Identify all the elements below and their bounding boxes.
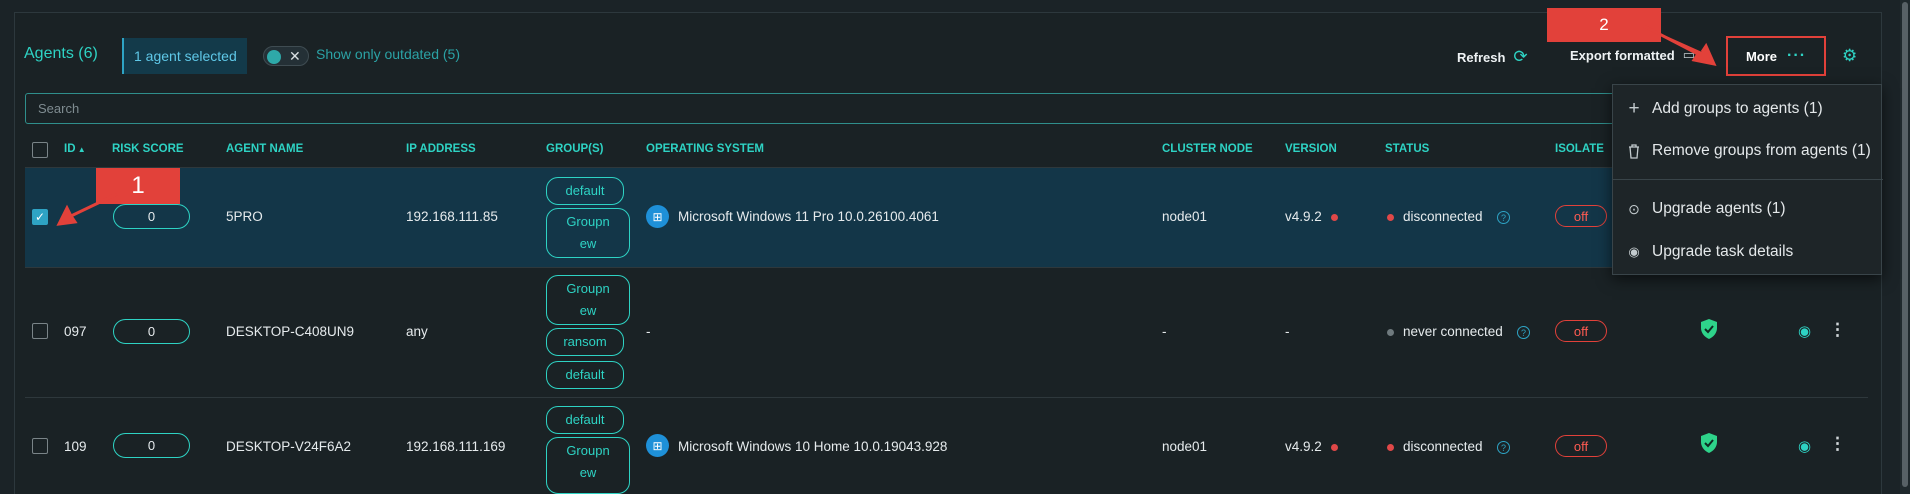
group-tag[interactable]: default: [546, 406, 624, 434]
page-scrollbar[interactable]: [1900, 0, 1910, 494]
outdated-toggle[interactable]: ✕: [263, 46, 309, 66]
outdated-dot-icon: [1331, 444, 1338, 451]
group-tag[interactable]: default: [546, 177, 624, 205]
isolate-toggle[interactable]: off: [1555, 435, 1607, 457]
toggle-knob: [267, 50, 281, 64]
eye-icon[interactable]: ◉: [1798, 437, 1811, 455]
shield-check-icon: [1701, 433, 1717, 453]
scrollbar-thumb[interactable]: [1902, 2, 1908, 487]
page-title: Agents (6): [24, 45, 98, 62]
agent-id: 097: [64, 324, 87, 339]
ip-address: any: [406, 324, 428, 339]
isolate-toggle[interactable]: off: [1555, 205, 1607, 227]
more-button[interactable]: More ···: [1726, 36, 1826, 76]
more-dots-icon: ···: [1787, 47, 1807, 64]
column-header-id[interactable]: ID ▲: [64, 143, 86, 155]
column-header-cluster-node[interactable]: CLUSTER NODE: [1162, 143, 1253, 155]
windows-logo-icon: ⊞: [646, 434, 669, 457]
group-tag[interactable]: Groupn ew: [546, 437, 630, 494]
menu-item-upgrade-agents[interactable]: ⊙ Upgrade agents (1): [1613, 191, 1883, 227]
menu-item-upgrade-task-details[interactable]: ◉ Upgrade task details: [1613, 234, 1883, 270]
kebab-menu-icon[interactable]: ⋮: [1829, 434, 1846, 454]
ip-address: 192.168.111.85: [406, 209, 498, 224]
column-header-isolate[interactable]: ISOLATE: [1555, 143, 1604, 155]
column-header-operating-system[interactable]: OPERATING SYSTEM: [646, 143, 764, 155]
group-tag[interactable]: default: [546, 361, 624, 389]
row-checkbox[interactable]: [32, 323, 48, 339]
cluster-node: node01: [1162, 439, 1208, 454]
kebab-menu-icon[interactable]: ⋮: [1829, 320, 1846, 340]
menu-divider: [1613, 179, 1883, 180]
shield-check-icon: [1701, 319, 1717, 339]
status-text: disconnected: [1403, 209, 1483, 224]
status-dot-icon: [1387, 444, 1394, 451]
menu-item-label: Add groups to agents (1): [1652, 100, 1823, 117]
eye-icon: ◉: [1628, 244, 1640, 259]
more-label: More: [1745, 48, 1778, 64]
agent-version: -: [1285, 324, 1290, 339]
group-tag[interactable]: ransom: [546, 328, 624, 356]
menu-item-label: Remove groups from agents (1): [1652, 142, 1871, 159]
column-header-risk-score[interactable]: RISK SCORE: [112, 143, 184, 155]
refresh-label: Refresh: [1457, 49, 1506, 65]
operating-system: Microsoft Windows 10 Home 10.0.19043.928: [678, 439, 948, 454]
status-dot-icon: [1387, 214, 1394, 221]
column-header-ip-address[interactable]: IP ADDRESS: [406, 143, 476, 155]
plus-icon: +: [1628, 98, 1640, 119]
status-text: disconnected: [1403, 439, 1483, 454]
cluster-node: node01: [1162, 209, 1208, 224]
menu-item-add-groups[interactable]: + Add groups to agents (1): [1613, 91, 1883, 127]
selection-count-badge: 1 agent selected: [122, 38, 247, 74]
ip-address: 192.168.111.169: [406, 439, 506, 454]
group-tag[interactable]: Groupn ew: [546, 275, 630, 325]
operating-system: -: [646, 324, 651, 339]
column-header-groups[interactable]: GROUP(S): [546, 143, 604, 155]
row-checkbox[interactable]: [32, 438, 48, 454]
row-checkbox-checked[interactable]: ✓: [32, 209, 48, 225]
upgrade-icon: ⊙: [1628, 200, 1640, 217]
callout-2-arrow-icon: [1643, 24, 1717, 67]
menu-item-label: Upgrade agents (1): [1652, 200, 1786, 217]
help-icon[interactable]: ?: [1497, 441, 1510, 454]
column-header-id-label: ID: [64, 143, 76, 155]
refresh-icon: ⟳: [1513, 47, 1528, 66]
more-dropdown-menu: + Add groups to agents (1) Remove groups…: [1612, 84, 1883, 275]
column-header-status[interactable]: STATUS: [1385, 143, 1429, 155]
help-icon[interactable]: ?: [1517, 326, 1530, 339]
outdated-dot-icon: [1331, 214, 1338, 221]
agent-version: v4.9.2: [1285, 209, 1322, 224]
help-icon[interactable]: ?: [1497, 211, 1510, 224]
status-dot-icon: [1387, 329, 1394, 336]
risk-score-pill: 0: [113, 319, 190, 344]
gear-icon[interactable]: ⚙: [1842, 46, 1857, 66]
toggle-off-icon: ✕: [289, 48, 301, 64]
isolate-toggle[interactable]: off: [1555, 320, 1607, 342]
agent-name[interactable]: DESKTOP-V24F6A2: [226, 439, 351, 454]
windows-logo-icon: ⊞: [646, 205, 669, 228]
cluster-node: -: [1162, 324, 1167, 339]
risk-score-pill: 0: [113, 433, 190, 458]
column-header-version[interactable]: VERSION: [1285, 143, 1337, 155]
column-header-agent-name[interactable]: AGENT NAME: [226, 143, 303, 155]
group-tag[interactable]: Groupn ew: [546, 208, 630, 258]
outdated-toggle-label[interactable]: Show only outdated (5): [316, 46, 460, 62]
menu-item-remove-groups[interactable]: Remove groups from agents (1): [1613, 133, 1883, 169]
sort-ascending-icon: ▲: [75, 145, 86, 154]
eye-icon[interactable]: ◉: [1798, 322, 1811, 340]
status-text: never connected: [1403, 324, 1503, 339]
refresh-button[interactable]: Refresh ⟳: [1457, 47, 1528, 67]
operating-system: Microsoft Windows 11 Pro 10.0.26100.4061: [678, 209, 939, 224]
agent-id: 109: [64, 439, 87, 454]
agent-name[interactable]: DESKTOP-C408UN9: [226, 324, 354, 339]
callout-1-arrow-icon: [56, 192, 118, 226]
trash-icon: [1629, 144, 1639, 159]
select-all-checkbox[interactable]: [32, 142, 48, 158]
menu-item-label: Upgrade task details: [1652, 243, 1794, 260]
search-input[interactable]: Search: [25, 93, 1625, 124]
agent-name[interactable]: 5PRO: [226, 209, 263, 224]
agent-version: v4.9.2: [1285, 439, 1322, 454]
